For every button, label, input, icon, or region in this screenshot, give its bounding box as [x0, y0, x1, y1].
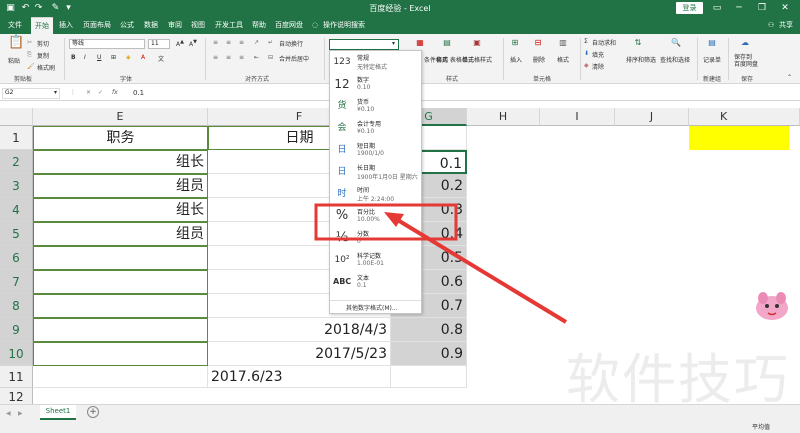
status-average: 平均值	[752, 424, 771, 431]
pointer-arrow	[394, 217, 568, 324]
scroll-left-icon[interactable]: ◀	[6, 410, 11, 417]
scroll-right-icon[interactable]: ▶	[18, 410, 23, 417]
add-sheet-icon[interactable]: +	[87, 406, 99, 418]
arrow-head	[384, 212, 404, 227]
sheet-tab-bar: ◀ ▶ Sheet1 + 平均值	[0, 404, 800, 433]
annotation-overlay	[314, 203, 568, 324]
sheet-tab-sheet1[interactable]: Sheet1	[40, 405, 76, 420]
highlight-box	[314, 203, 458, 241]
